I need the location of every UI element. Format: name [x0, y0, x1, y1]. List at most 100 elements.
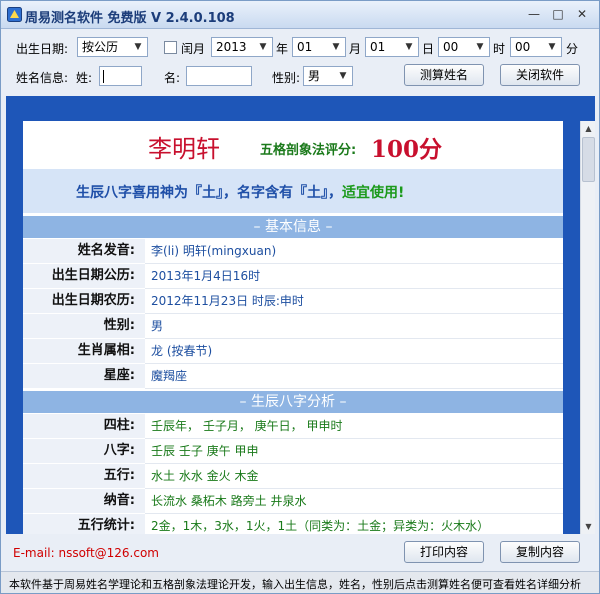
given-name-input[interactable]: [186, 66, 252, 86]
row-key: 出生日期农历:: [23, 289, 145, 313]
scroll-up-icon[interactable]: ▲: [581, 121, 596, 136]
bazi-verdict: 适宜使用!: [342, 185, 405, 201]
year-value: 2013: [216, 40, 247, 54]
chevron-down-icon: ▼: [259, 42, 267, 52]
bazi-summary: 生辰八字喜用神为『土』，名字含有『土』，适宜使用!: [23, 169, 563, 213]
row-key: 生肖属相:: [23, 339, 145, 363]
result-area: 李明轩 五格剖象法评分: 100分 生辰八字喜用神为『土』，名字含有『土』，适宜…: [6, 96, 595, 534]
gender-select[interactable]: 男 ▼: [303, 66, 353, 86]
row-value: 水土 水水 金火 木金: [151, 469, 259, 483]
day-select[interactable]: 01 ▼: [365, 37, 419, 57]
row-key: 星座:: [23, 364, 145, 388]
bazi-analysis-header: – 生辰八字分析 –: [23, 391, 563, 413]
table-row: 五行: 水土 水水 金火 木金: [23, 464, 563, 489]
score-value: 100分: [371, 136, 443, 163]
minute-value: 00: [515, 40, 531, 54]
hour-select[interactable]: 00 ▼: [438, 37, 490, 57]
table-row: 星座: 魔羯座: [23, 364, 563, 389]
maximize-button[interactable]: □: [549, 6, 567, 22]
minimize-button[interactable]: —: [525, 6, 543, 22]
window-title: 周易测名软件 免费版 V 2.4.0.108: [25, 11, 235, 26]
table-row: 四柱: 壬辰年， 壬子月， 庚午日， 甲申时: [23, 414, 563, 439]
row-value: 2013年1月4日16时: [151, 269, 261, 283]
name-info-label: 姓名信息:: [16, 71, 69, 85]
bazi-summary-prefix: 生辰八字喜用神为『土』，名字含有『土』，: [76, 185, 342, 201]
gender-value: 男: [308, 69, 321, 83]
hour-value: 00: [443, 40, 459, 54]
calendar-type-value: 按公历: [82, 40, 119, 54]
row-value: 魔羯座: [151, 369, 188, 383]
copy-button[interactable]: 复制内容: [500, 541, 580, 563]
text-caret: [103, 70, 104, 83]
month-select[interactable]: 01 ▼: [292, 37, 346, 57]
day-unit: 日: [422, 42, 435, 56]
app-icon: [7, 7, 22, 22]
hour-unit: 时: [493, 42, 506, 56]
name-header: 李明轩 五格剖象法评分: 100分: [23, 121, 563, 169]
row-key: 纳音:: [23, 489, 145, 513]
score-label: 五格剖象法评分:: [260, 143, 357, 158]
table-row: 生肖属相: 龙 (按春节): [23, 339, 563, 364]
given-name-label: 名:: [164, 71, 181, 85]
row-value: 男: [151, 319, 164, 333]
year-unit: 年: [276, 42, 289, 56]
row-key: 出生日期公历:: [23, 264, 145, 288]
table-row: 出生日期农历: 2012年11月23日 时辰:申时: [23, 289, 563, 314]
close-software-button[interactable]: 关闭软件: [500, 64, 580, 86]
input-toolbar: 出生日期: 按公历 ▼ 闰月 2013 ▼ 年 01 ▼ 月 01 ▼ 日 00…: [1, 30, 599, 93]
print-button[interactable]: 打印内容: [404, 541, 484, 563]
table-row: 性别: 男: [23, 314, 563, 339]
close-window-button[interactable]: ✕: [573, 6, 591, 22]
year-select[interactable]: 2013 ▼: [211, 37, 273, 57]
table-row: 出生日期公历: 2013年1月4日16时: [23, 264, 563, 289]
table-row: 八字: 壬辰 壬子 庚午 甲申: [23, 439, 563, 464]
bazi-summary-text: 生辰八字喜用神为『土』，名字含有『土』，适宜使用!: [76, 182, 404, 202]
minute-select[interactable]: 00 ▼: [510, 37, 562, 57]
chevron-down-icon: ▼: [476, 42, 484, 52]
app-window: 周易测名软件 免费版 V 2.4.0.108 — □ ✕ 出生日期: 按公历 ▼…: [0, 0, 600, 594]
result-panel: 李明轩 五格剖象法评分: 100分 生辰八字喜用神为『土』，名字含有『土』，适宜…: [23, 121, 563, 534]
month-value: 01: [297, 40, 313, 54]
surname-label: 姓:: [76, 71, 93, 85]
basic-info-header: – 基本信息 –: [23, 216, 563, 238]
chevron-down-icon: ▼: [548, 42, 556, 52]
birth-date-label: 出生日期:: [16, 42, 69, 56]
row-key: 八字:: [23, 439, 145, 463]
row-key: 性别:: [23, 314, 145, 338]
row-value: 长流水 桑柘木 路旁土 井泉水: [151, 494, 307, 508]
title-bar: 周易测名软件 免费版 V 2.4.0.108 — □ ✕: [1, 1, 599, 29]
row-value: 龙 (按春节): [151, 344, 213, 358]
result-name: 李明轩: [148, 135, 220, 163]
leap-month-checkbox[interactable]: [164, 41, 177, 54]
row-value: 2金，1木，3水，1火，1土（同类为：土金；异类为：火木水）: [151, 519, 490, 533]
leap-month-label: 闰月: [181, 42, 206, 56]
minute-unit: 分: [566, 42, 579, 56]
row-key: 四柱:: [23, 414, 145, 438]
table-row: 纳音: 长流水 桑柘木 路旁土 井泉水: [23, 489, 563, 514]
vertical-scrollbar[interactable]: ▲ ▼: [580, 121, 595, 534]
month-unit: 月: [349, 42, 362, 56]
row-divider: [145, 388, 563, 389]
gender-label: 性别:: [272, 71, 301, 85]
calendar-type-select[interactable]: 按公历 ▼: [77, 37, 148, 57]
scroll-thumb[interactable]: [582, 137, 595, 182]
scroll-down-icon[interactable]: ▼: [581, 519, 596, 534]
contact-email: E-mail: nssoft@126.com: [13, 546, 159, 560]
row-key: 姓名发音:: [23, 239, 145, 263]
footer-bar: E-mail: nssoft@126.com 打印内容 复制内容: [1, 535, 599, 573]
table-row: 五行统计: 2金，1木，3水，1火，1土（同类为：土金；异类为：火木水）: [23, 514, 563, 534]
chevron-down-icon: ▼: [134, 42, 142, 52]
surname-input[interactable]: [99, 66, 142, 86]
status-bar: 本软件基于周易姓名学理论和五格剖象法理论开发，输入出生信息，姓名，性别后点击测算…: [1, 571, 599, 593]
calculate-name-button[interactable]: 测算姓名: [404, 64, 484, 86]
row-key: 五行:: [23, 464, 145, 488]
status-text: 本软件基于周易姓名学理论和五格剖象法理论开发，输入出生信息，姓名，性别后点击测算…: [9, 578, 581, 591]
row-key: 五行统计:: [23, 514, 145, 534]
row-value: 李(li) 明轩(mingxuan): [151, 244, 277, 258]
table-row: 姓名发音: 李(li) 明轩(mingxuan): [23, 239, 563, 264]
row-value: 2012年11月23日 时辰:申时: [151, 294, 304, 308]
chevron-down-icon: ▼: [332, 42, 340, 52]
day-value: 01: [370, 40, 386, 54]
row-value: 壬辰年， 壬子月， 庚午日， 甲申时: [151, 419, 343, 433]
chevron-down-icon: ▼: [339, 71, 347, 81]
